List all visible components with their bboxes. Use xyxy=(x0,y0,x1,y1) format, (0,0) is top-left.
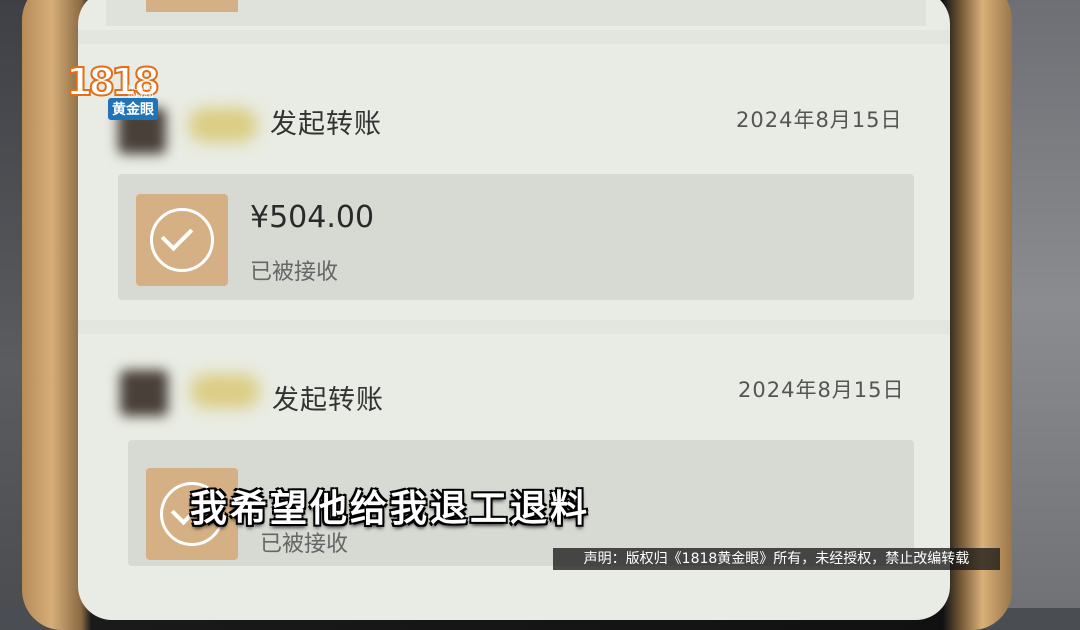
separator xyxy=(78,320,950,334)
transfer-box[interactable]: ¥504.00 已被接收 xyxy=(118,174,914,300)
record-date: 2024年8月15日 xyxy=(736,108,903,132)
transfer-amount: ¥504.00 xyxy=(250,200,375,235)
transfer-status: 已被接收 xyxy=(250,260,339,285)
record-title: 发起转账 xyxy=(272,385,384,416)
copyright-disclaimer: 声明：版权归《1818黄金眼》所有，未经授权，禁止改编转载 xyxy=(553,548,1000,570)
logo-name: 黄金眼 xyxy=(108,98,158,120)
previous-transfer-card xyxy=(106,0,926,26)
avatar xyxy=(120,370,168,416)
transfer-icon-partial xyxy=(146,0,238,12)
nickname-blurred xyxy=(190,374,260,408)
video-subtitle: 我希望他给我退工退料 xyxy=(190,487,590,530)
record-title: 发起转账 xyxy=(270,109,382,140)
transfer-check-icon xyxy=(136,194,228,286)
record-date: 2024年8月15日 xyxy=(738,378,905,402)
channel-logo: 1818 HUANG JIN YAN 黄金眼 xyxy=(65,59,161,124)
separator xyxy=(78,30,950,44)
nickname-blurred xyxy=(188,108,258,142)
